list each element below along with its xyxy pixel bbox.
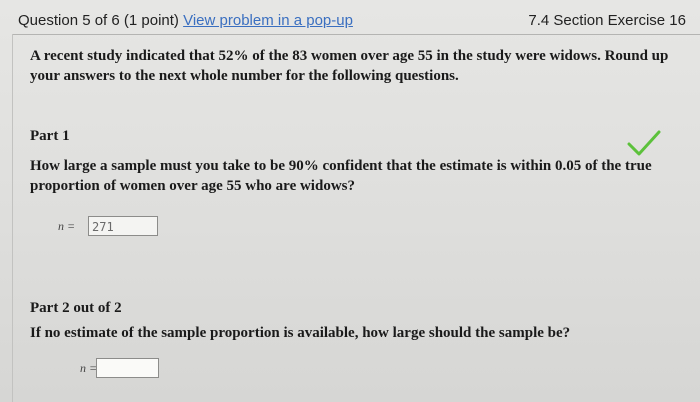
question-label: Question 5 of 6 (1 point)	[18, 12, 179, 29]
part1-question: How large a sample must you take to be 9…	[30, 158, 652, 194]
question-header: Question 5 of 6 (1 point) View problem i…	[14, 8, 690, 32]
left-border	[12, 34, 13, 402]
checkmark-icon	[627, 130, 661, 156]
header-divider	[12, 34, 700, 35]
question-number-label: Question 5 of 6 (1 point) View problem i…	[18, 12, 353, 29]
part2-n-label: n =	[80, 361, 98, 375]
part2-title: Part 2 out of 2	[30, 300, 122, 316]
part2-answer-field[interactable]	[96, 358, 159, 378]
section-label: 7.4 Section Exercise 16	[528, 12, 686, 29]
problem-intro: A recent study indicated that 52% of the…	[30, 48, 669, 84]
part2-question: If no estimate of the sample proportion …	[30, 325, 571, 341]
problem-page: Question 5 of 6 (1 point) View problem i…	[0, 0, 700, 402]
part1-answer-field[interactable]: 271	[88, 216, 158, 236]
part1-n-label: n =	[58, 219, 76, 233]
part1-title: Part 1	[30, 128, 70, 144]
view-popup-link[interactable]: View problem in a pop-up	[183, 12, 353, 29]
